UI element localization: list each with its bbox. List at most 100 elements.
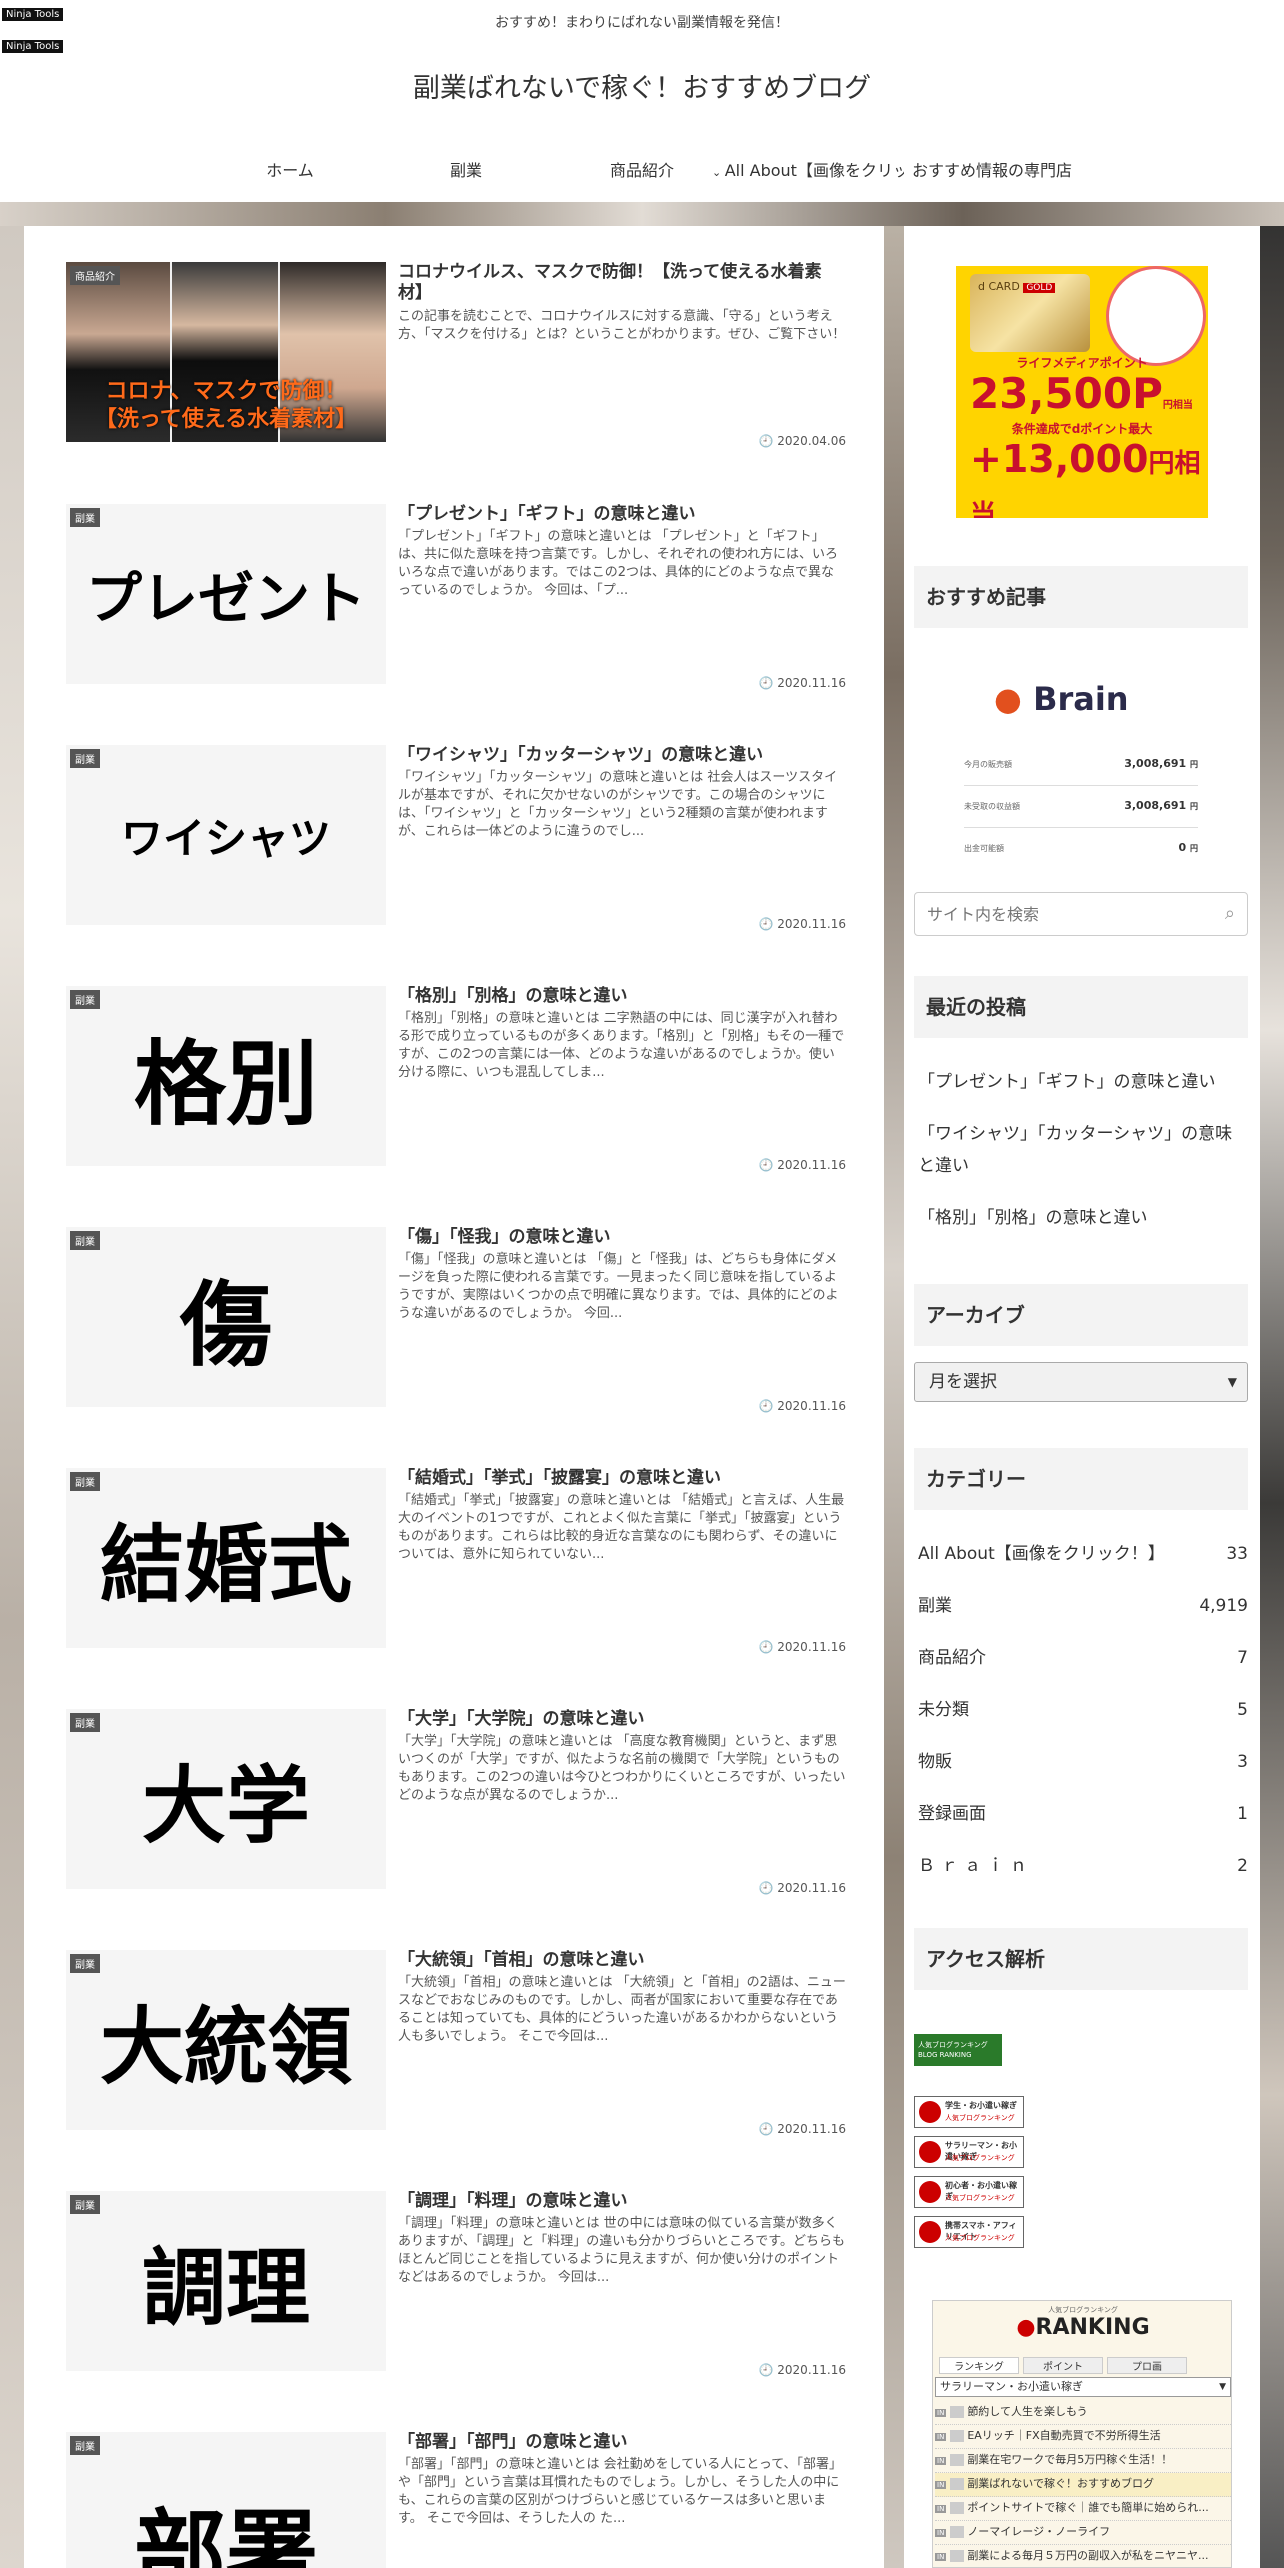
ranking-item[interactable]: IN 副業ばれないで稼ぐ！おすすめブログ xyxy=(935,2473,1231,2497)
entry-card[interactable]: 傷 副業 「傷」「怪我」の意味と違い 「傷」「怪我」の意味と違いとは 「傷」と「… xyxy=(66,1227,846,1427)
entry-snippet: 「結婚式」「挙式」「披露宴」の意味と違いとは 「結婚式」と言えば、人生最大のイベ… xyxy=(398,1493,845,1562)
category-item[interactable]: 登録画面 1 xyxy=(918,1794,1248,1834)
blog-ranking-badge[interactable]: 人気ブログランキング BLOG RANKING xyxy=(914,2034,1002,2066)
category-label: 副業 xyxy=(70,990,100,1009)
nav-item-fukugyo[interactable]: 副業 xyxy=(376,150,556,192)
ranking-tab[interactable]: ランキング xyxy=(939,2357,1019,2374)
entry-card[interactable]: 大学 副業 「大学」「大学院」の意味と違い 「大学」「大学院」の意味と違いとは … xyxy=(66,1709,846,1909)
entry-card[interactable]: プレゼント 副業 「プレゼント」「ギフト」の意味と違い 「プレゼント」「ギフト」… xyxy=(66,504,846,704)
ranking-item[interactable]: IN 副業による毎月５万円の副収入が私をニヤニヤ... xyxy=(935,2545,1231,2567)
widget-title-access: アクセス解析 xyxy=(914,1928,1248,1990)
ranking-button[interactable]: 初心者・お小遣い稼ぎ 人気ブログランキング xyxy=(914,2176,1024,2208)
widget-title-recommend: おすすめ記事 xyxy=(914,566,1248,628)
ranking-item[interactable]: IN 副業在宅ワークで毎月5万円稼ぐ生活！！ xyxy=(935,2449,1231,2473)
entry-card[interactable]: 調理 副業 「調理」「料理」の意味と違い 「調理」「料理」の意味と違いとは 世の… xyxy=(66,2191,846,2391)
recent-post-link[interactable]: 「格別」「別格」の意味と違い xyxy=(918,1202,1248,1234)
ranking-item[interactable]: IN EAリッチ｜FX自動売買で不労所得生活 xyxy=(935,2425,1231,2449)
nav-item-specialty[interactable]: おすすめ情報の専門店 xyxy=(912,150,1082,192)
category-label: 副業 xyxy=(70,1472,100,1491)
entry-title[interactable]: コロナウイルス、マスクで防御！【洗って使える水着素材】 xyxy=(398,262,846,304)
ad-banner[interactable]: d CARD GOLD ライフメディアポイント 23,500P円相当 条件達成で… xyxy=(956,266,1208,518)
thumb-word: プレゼント xyxy=(86,566,366,632)
category-label: 商品紹介 xyxy=(70,266,120,285)
clock-icon: 🕘 xyxy=(758,2363,774,2377)
category-item[interactable]: 商品紹介 7 xyxy=(918,1638,1248,1678)
category-label: 副業 xyxy=(70,2195,100,2214)
ranking-item[interactable]: IN ノーマイレージ・ノーライフ xyxy=(935,2521,1231,2545)
ranking-button[interactable]: 携帯スマホ・アフィリエイト 人気ブログランキング xyxy=(914,2216,1024,2248)
clock-icon: 🕘 xyxy=(758,2122,774,2136)
site-title[interactable]: 副業ばれないで稼ぐ！おすすめブログ xyxy=(0,66,1284,105)
ranking-button[interactable]: 学生・お小遣い稼ぎ 人気ブログランキング xyxy=(914,2096,1024,2128)
entry-date: 🕘 2020.04.06 xyxy=(758,434,847,448)
entry-snippet: 「ワイシャツ」「カッターシャツ」の意味と違いとは 社会人はスーツスタイルが基本で… xyxy=(398,770,838,839)
entry-snippet: 「格別」「別格」の意味と違いとは 二字熟語の中には、同じ漢字が入れ替わる形で成り… xyxy=(398,1011,845,1080)
entry-thumbnail[interactable]: 大統領 xyxy=(66,1950,386,2130)
entry-card[interactable]: コロナ、マスクで防御！ 【洗って使える水着素材】 商品紹介 コロナウイルス、マス… xyxy=(66,262,846,462)
category-item[interactable]: 未分類 5 xyxy=(918,1690,1248,1730)
nav-item-products[interactable]: 商品紹介 xyxy=(552,150,732,192)
clock-icon: 🕘 xyxy=(758,1881,774,1895)
entry-title[interactable]: 「部署」「部門」の意味と違い xyxy=(398,2432,846,2453)
entry-title[interactable]: 「大学」「大学院」の意味と違い xyxy=(398,1709,846,1730)
entry-thumbnail[interactable]: 部署 xyxy=(66,2432,386,2568)
recent-post-link[interactable]: 「ワイシャツ」「カッターシャツ」の意味と違い xyxy=(918,1118,1248,1182)
clock-icon: 🕘 xyxy=(758,434,774,448)
entry-title[interactable]: 「プレゼント」「ギフト」の意味と違い xyxy=(398,504,846,525)
thumb-word: 大学 xyxy=(141,1756,310,1855)
clock-icon: 🕘 xyxy=(758,1158,774,1172)
sheep-mascot-icon xyxy=(1106,266,1206,366)
search-box: ⌕ xyxy=(914,892,1248,936)
ranking-item[interactable]: IN 節約して人生を楽しもう xyxy=(935,2401,1231,2425)
brain-widget[interactable]: ● Brain 今月の販売額 3,008,691 円 未受取の収益額 3,008,6… xyxy=(914,662,1248,854)
recent-post-link[interactable]: 「プレゼント」「ギフト」の意味と違い xyxy=(918,1066,1248,1098)
archive-select[interactable]: 月を選択 ▼ xyxy=(914,1362,1248,1402)
ranking-category-select[interactable]: サラリーマン・お小遣い稼ぎ ▼ xyxy=(935,2377,1231,2397)
entry-date: 🕘 2020.11.16 xyxy=(758,1399,847,1413)
thumb-word: 結婚式 xyxy=(99,1515,352,1614)
entry-title[interactable]: 「大統領」「首相」の意味と違い xyxy=(398,1950,846,1971)
ranking-button[interactable]: サラリーマン・お小遣い稼ぎ 人気ブログランキング xyxy=(914,2136,1024,2168)
global-nav: ホーム 副業 商品紹介 ⌄ All About【画像をクリック！】 おすすめ情報… xyxy=(0,150,1284,192)
entry-date: 🕘 2020.11.16 xyxy=(758,2363,847,2377)
entry-thumbnail[interactable]: 格別 xyxy=(66,986,386,1166)
nav-item-home[interactable]: ホーム xyxy=(200,150,380,192)
category-label: 副業 xyxy=(70,1954,100,1973)
entry-card[interactable]: 結婚式 副業 「結婚式」「挙式」「披露宴」の意味と違い 「結婚式」「挙式」「披露… xyxy=(66,1468,846,1668)
entry-snippet: 「傷」「怪我」の意味と違いとは 「傷」と「怪我」は、どちらも身体にダメージを負っ… xyxy=(398,1252,839,1321)
ranking-tabs: ランキング ポイント プロ画 xyxy=(939,2357,1227,2375)
thumb-word: 大統領 xyxy=(99,1997,352,2096)
search-input[interactable] xyxy=(915,893,1205,935)
entry-title[interactable]: 「傷」「怪我」の意味と違い xyxy=(398,1227,846,1248)
entry-thumbnail[interactable]: 傷 xyxy=(66,1227,386,1407)
entry-thumbnail[interactable]: 調理 xyxy=(66,2191,386,2371)
ranking-item[interactable]: IN ポイントサイトで稼ぐ｜誰でも簡単に始められ... xyxy=(935,2497,1231,2521)
entry-snippet: 「大統領」「首相」の意味と違いとは 「大統領」と「首相」の2語は、ニュースなどで… xyxy=(398,1975,846,2044)
entry-card[interactable]: 格別 副業 「格別」「別格」の意味と違い 「格別」「別格」の意味と違いとは 二字… xyxy=(66,986,846,1186)
ninja-tools-badge[interactable]: Ninja Tools xyxy=(2,40,64,53)
category-item[interactable]: All About【画像をクリック！】 33 xyxy=(918,1534,1248,1574)
entry-title[interactable]: 「調理」「料理」の意味と違い xyxy=(398,2191,846,2212)
thumb-word: 格別 xyxy=(133,1030,318,1138)
entry-thumbnail[interactable]: ワイシャツ xyxy=(66,745,386,925)
category-item[interactable]: 副業 4,919 xyxy=(918,1586,1248,1626)
entry-thumbnail[interactable]: プレゼント xyxy=(66,504,386,684)
ranking-tab[interactable]: プロ画 xyxy=(1107,2357,1187,2374)
entry-card[interactable]: 大統領 副業 「大統領」「首相」の意味と違い 「大統領」「首相」の意味と違いとは… xyxy=(66,1950,846,2150)
search-icon[interactable]: ⌕ xyxy=(1225,903,1235,924)
entry-date: 🕘 2020.11.16 xyxy=(758,2122,847,2136)
entry-title[interactable]: 「ワイシャツ」「カッターシャツ」の意味と違い xyxy=(398,745,846,766)
entry-thumbnail[interactable]: コロナ、マスクで防御！ 【洗って使える水着素材】 xyxy=(66,262,386,442)
nav-item-allabout[interactable]: ⌄ All About【画像をクリック！】 xyxy=(712,150,904,194)
ranking-tab[interactable]: ポイント xyxy=(1023,2357,1103,2374)
entry-title[interactable]: 「結婚式」「挙式」「披露宴」の意味と違い xyxy=(398,1468,846,1489)
entry-thumbnail[interactable]: 大学 xyxy=(66,1709,386,1889)
entry-card[interactable]: ワイシャツ 副業 「ワイシャツ」「カッターシャツ」の意味と違い 「ワイシャツ」「… xyxy=(66,745,846,945)
entry-snippet: 「調理」「料理」の意味と違いとは 世の中には意味の似ている言葉が数多くありますが… xyxy=(398,2216,845,2285)
site-tagline: おすすめ！まわりにばれない副業情報を発信！ xyxy=(495,15,789,31)
entry-title[interactable]: 「格別」「別格」の意味と違い xyxy=(398,986,846,1007)
category-item[interactable]: 物販 3 xyxy=(918,1742,1248,1782)
entry-thumbnail[interactable]: 結婚式 xyxy=(66,1468,386,1648)
entry-card[interactable]: 部署 副業 「部署」「部門」の意味と違い 「部署」「部門」の意味と違いとは 会社… xyxy=(66,2432,846,2568)
category-item[interactable]: Ｂｒａｉｎ 2 xyxy=(918,1846,1248,1886)
